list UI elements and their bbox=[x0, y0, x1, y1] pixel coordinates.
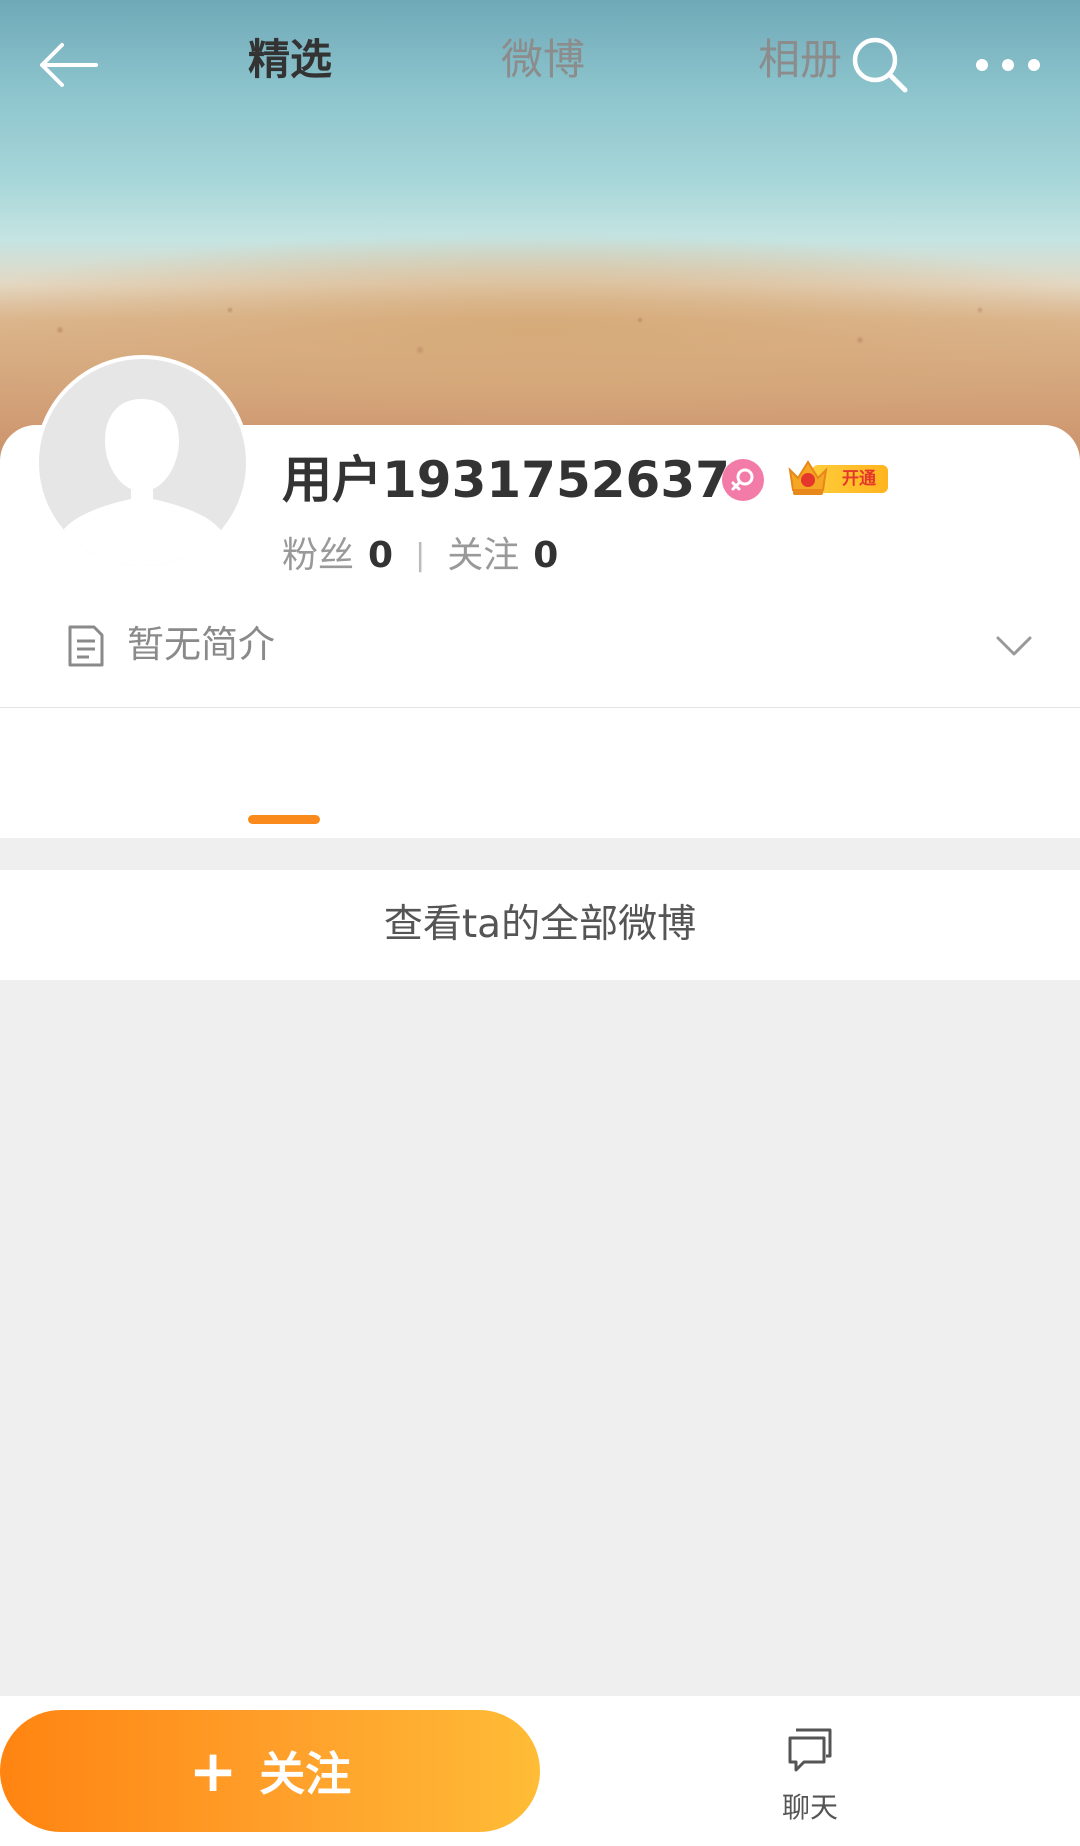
following-stat[interactable]: 关注 0 bbox=[447, 535, 558, 576]
female-icon bbox=[722, 459, 764, 501]
following-count: 0 bbox=[533, 535, 559, 576]
chevron-down-icon[interactable] bbox=[990, 624, 1038, 668]
followers-stat[interactable]: 粉丝 0 bbox=[282, 535, 393, 576]
document-icon bbox=[68, 625, 104, 667]
tab-featured[interactable]: 精选 bbox=[210, 30, 370, 90]
more-button[interactable] bbox=[968, 30, 1048, 100]
default-user-icon bbox=[59, 399, 225, 566]
stats-separator: | bbox=[415, 538, 426, 573]
follow-button[interactable]: + 关注 bbox=[0, 1710, 540, 1832]
active-tab-indicator bbox=[248, 815, 320, 824]
tab-album[interactable]: 相册 bbox=[720, 30, 880, 90]
username: 用户1931752637 bbox=[282, 451, 730, 509]
avatar[interactable] bbox=[35, 355, 250, 570]
back-button[interactable] bbox=[28, 30, 108, 100]
follow-button-label: 关注 bbox=[259, 1747, 352, 1801]
chat-label: 聊天 bbox=[781, 1791, 838, 1824]
followers-count: 0 bbox=[368, 535, 394, 576]
plus-icon: + bbox=[188, 1737, 238, 1805]
bottom-action-bar: + 关注 聊天 bbox=[0, 1696, 1080, 1846]
tab-weibo[interactable]: 微博 bbox=[463, 30, 623, 90]
arrow-left-icon bbox=[40, 43, 98, 87]
chat-bubble-icon bbox=[788, 1728, 832, 1772]
vip-badge[interactable]: 开通 bbox=[786, 456, 888, 498]
bio-row[interactable]: 暂无简介 bbox=[0, 610, 1080, 680]
crown-icon bbox=[788, 460, 828, 495]
following-label: 关注 bbox=[447, 535, 520, 576]
chat-button[interactable]: 聊天 bbox=[760, 1726, 860, 1836]
profile-tabs bbox=[0, 708, 1080, 838]
followers-label: 粉丝 bbox=[282, 535, 355, 576]
more-dots-icon bbox=[976, 59, 1040, 71]
bio-text: 暂无简介 bbox=[127, 623, 275, 666]
follow-stats: 粉丝 0 | 关注 0 bbox=[282, 528, 558, 584]
view-all-weibo-link[interactable]: 查看ta的全部微博 bbox=[0, 870, 1080, 980]
